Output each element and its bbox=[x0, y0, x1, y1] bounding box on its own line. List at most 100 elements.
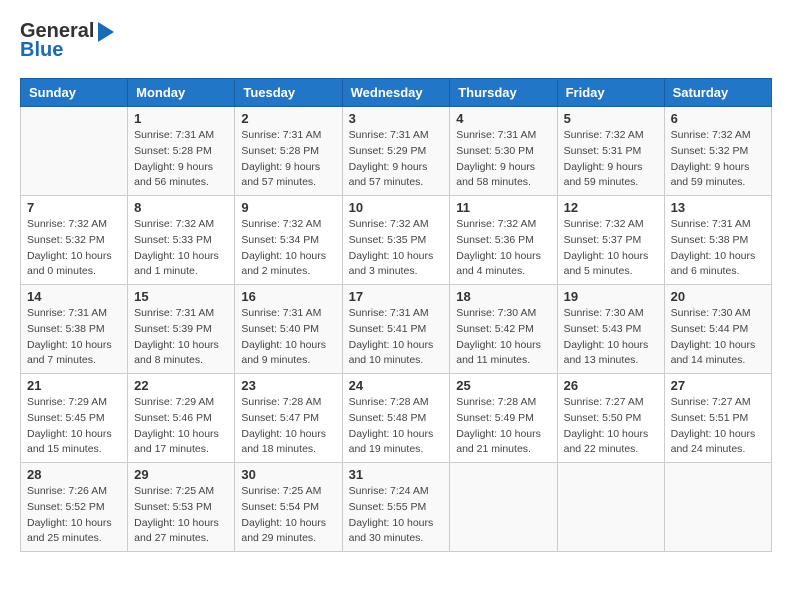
day-number: 1 bbox=[134, 111, 228, 126]
day-detail: Sunrise: 7:32 AMSunset: 5:37 PMDaylight:… bbox=[564, 217, 658, 280]
calendar-cell: 10 Sunrise: 7:32 AMSunset: 5:35 PMDayligh… bbox=[342, 196, 450, 285]
day-number: 6 bbox=[671, 111, 765, 126]
day-detail: Sunrise: 7:26 AMSunset: 5:52 PMDaylight:… bbox=[27, 484, 121, 547]
calendar-header-row: SundayMondayTuesdayWednesdayThursdayFrid… bbox=[21, 79, 772, 107]
calendar-cell: 13 Sunrise: 7:31 AMSunset: 5:38 PMDayligh… bbox=[664, 196, 771, 285]
day-detail: Sunrise: 7:30 AMSunset: 5:42 PMDaylight:… bbox=[456, 306, 550, 369]
calendar-cell: 20 Sunrise: 7:30 AMSunset: 5:44 PMDayligh… bbox=[664, 285, 771, 374]
calendar-cell: 23Sunrise: 7:28 AMSunset: 5:47 PMDayligh… bbox=[235, 374, 342, 463]
day-number: 4 bbox=[456, 111, 550, 126]
day-detail: Sunrise: 7:24 AMSunset: 5:55 PMDaylight:… bbox=[349, 484, 444, 547]
calendar-week-2: 7 Sunrise: 7:32 AMSunset: 5:32 PMDaylight… bbox=[21, 196, 772, 285]
day-detail: Sunrise: 7:31 AMSunset: 5:38 PMDaylight:… bbox=[27, 306, 121, 369]
day-number: 10 bbox=[349, 200, 444, 215]
calendar-cell: 28 Sunrise: 7:26 AMSunset: 5:52 PMDayligh… bbox=[21, 463, 128, 552]
calendar-cell: 21Sunrise: 7:29 AMSunset: 5:45 PMDayligh… bbox=[21, 374, 128, 463]
calendar-cell: 11Sunrise: 7:32 AMSunset: 5:36 PMDayligh… bbox=[450, 196, 557, 285]
calendar-cell bbox=[664, 463, 771, 552]
day-number: 26 bbox=[564, 378, 658, 393]
calendar-cell: 1 Sunrise: 7:31 AMSunset: 5:28 PMDaylight… bbox=[128, 107, 235, 196]
day-detail: Sunrise: 7:31 AMSunset: 5:40 PMDaylight:… bbox=[241, 306, 335, 369]
calendar-week-3: 14Sunrise: 7:31 AMSunset: 5:38 PMDayligh… bbox=[21, 285, 772, 374]
day-detail: Sunrise: 7:25 AMSunset: 5:53 PMDaylight:… bbox=[134, 484, 228, 547]
calendar-week-4: 21Sunrise: 7:29 AMSunset: 5:45 PMDayligh… bbox=[21, 374, 772, 463]
day-number: 24 bbox=[349, 378, 444, 393]
day-detail: Sunrise: 7:32 AMSunset: 5:32 PMDaylight:… bbox=[27, 217, 121, 280]
day-number: 16 bbox=[241, 289, 335, 304]
day-detail: Sunrise: 7:27 AMSunset: 5:51 PMDaylight:… bbox=[671, 395, 765, 458]
day-detail: Sunrise: 7:32 AMSunset: 5:32 PMDaylight:… bbox=[671, 128, 765, 191]
calendar-week-5: 28 Sunrise: 7:26 AMSunset: 5:52 PMDayligh… bbox=[21, 463, 772, 552]
day-detail: Sunrise: 7:30 AMSunset: 5:43 PMDaylight:… bbox=[564, 306, 658, 369]
day-detail: Sunrise: 7:31 AMSunset: 5:28 PMDaylight:… bbox=[134, 128, 228, 191]
day-detail: Sunrise: 7:30 AMSunset: 5:44 PMDaylight:… bbox=[671, 306, 765, 369]
day-number: 27 bbox=[671, 378, 765, 393]
day-detail: Sunrise: 7:28 AMSunset: 5:48 PMDaylight:… bbox=[349, 395, 444, 458]
col-header-thursday: Thursday bbox=[450, 79, 557, 107]
day-number: 8 bbox=[134, 200, 228, 215]
day-number: 7 bbox=[27, 200, 121, 215]
calendar-cell: 29 Sunrise: 7:25 AMSunset: 5:53 PMDayligh… bbox=[128, 463, 235, 552]
day-detail: Sunrise: 7:31 AMSunset: 5:38 PMDaylight:… bbox=[671, 217, 765, 280]
calendar-cell: 12 Sunrise: 7:32 AMSunset: 5:37 PMDayligh… bbox=[557, 196, 664, 285]
calendar-cell: 24 Sunrise: 7:28 AMSunset: 5:48 PMDayligh… bbox=[342, 374, 450, 463]
calendar-cell: 22 Sunrise: 7:29 AMSunset: 5:46 PMDayligh… bbox=[128, 374, 235, 463]
calendar-cell: 19Sunrise: 7:30 AMSunset: 5:43 PMDayligh… bbox=[557, 285, 664, 374]
calendar-cell: 17Sunrise: 7:31 AMSunset: 5:41 PMDayligh… bbox=[342, 285, 450, 374]
calendar-cell: 18 Sunrise: 7:30 AMSunset: 5:42 PMDayligh… bbox=[450, 285, 557, 374]
calendar-cell: 8 Sunrise: 7:32 AMSunset: 5:33 PMDaylight… bbox=[128, 196, 235, 285]
day-number: 28 bbox=[27, 467, 121, 482]
calendar-cell: 3Sunrise: 7:31 AMSunset: 5:29 PMDaylight… bbox=[342, 107, 450, 196]
logo-blue-text: Blue bbox=[20, 39, 63, 62]
calendar-cell: 2 Sunrise: 7:31 AMSunset: 5:28 PMDaylight… bbox=[235, 107, 342, 196]
day-number: 30 bbox=[241, 467, 335, 482]
day-detail: Sunrise: 7:28 AMSunset: 5:47 PMDaylight:… bbox=[241, 395, 335, 458]
day-detail: Sunrise: 7:27 AMSunset: 5:50 PMDaylight:… bbox=[564, 395, 658, 458]
day-detail: Sunrise: 7:25 AMSunset: 5:54 PMDaylight:… bbox=[241, 484, 335, 547]
calendar-cell: 26 Sunrise: 7:27 AMSunset: 5:50 PMDayligh… bbox=[557, 374, 664, 463]
calendar-cell: 7 Sunrise: 7:32 AMSunset: 5:32 PMDaylight… bbox=[21, 196, 128, 285]
calendar-cell: 31 Sunrise: 7:24 AMSunset: 5:55 PMDayligh… bbox=[342, 463, 450, 552]
page-header: General Blue bbox=[20, 20, 772, 62]
col-header-wednesday: Wednesday bbox=[342, 79, 450, 107]
day-number: 18 bbox=[456, 289, 550, 304]
calendar-cell: 25 Sunrise: 7:28 AMSunset: 5:49 PMDayligh… bbox=[450, 374, 557, 463]
day-number: 9 bbox=[241, 200, 335, 215]
col-header-tuesday: Tuesday bbox=[235, 79, 342, 107]
day-detail: Sunrise: 7:28 AMSunset: 5:49 PMDaylight:… bbox=[456, 395, 550, 458]
day-number: 31 bbox=[349, 467, 444, 482]
day-detail: Sunrise: 7:32 AMSunset: 5:36 PMDaylight:… bbox=[456, 217, 550, 280]
day-detail: Sunrise: 7:31 AMSunset: 5:28 PMDaylight:… bbox=[241, 128, 335, 191]
calendar-cell: 4Sunrise: 7:31 AMSunset: 5:30 PMDaylight… bbox=[450, 107, 557, 196]
day-number: 13 bbox=[671, 200, 765, 215]
day-detail: Sunrise: 7:32 AMSunset: 5:34 PMDaylight:… bbox=[241, 217, 335, 280]
day-detail: Sunrise: 7:29 AMSunset: 5:46 PMDaylight:… bbox=[134, 395, 228, 458]
day-number: 22 bbox=[134, 378, 228, 393]
day-number: 15 bbox=[134, 289, 228, 304]
calendar-cell: 14Sunrise: 7:31 AMSunset: 5:38 PMDayligh… bbox=[21, 285, 128, 374]
col-header-sunday: Sunday bbox=[21, 79, 128, 107]
day-number: 2 bbox=[241, 111, 335, 126]
day-detail: Sunrise: 7:32 AMSunset: 5:35 PMDaylight:… bbox=[349, 217, 444, 280]
day-detail: Sunrise: 7:32 AMSunset: 5:33 PMDaylight:… bbox=[134, 217, 228, 280]
day-number: 12 bbox=[564, 200, 658, 215]
calendar-cell bbox=[450, 463, 557, 552]
col-header-saturday: Saturday bbox=[664, 79, 771, 107]
calendar-cell: 16 Sunrise: 7:31 AMSunset: 5:40 PMDayligh… bbox=[235, 285, 342, 374]
day-detail: Sunrise: 7:31 AMSunset: 5:29 PMDaylight:… bbox=[349, 128, 444, 191]
day-number: 25 bbox=[456, 378, 550, 393]
calendar-week-1: 1 Sunrise: 7:31 AMSunset: 5:28 PMDaylight… bbox=[21, 107, 772, 196]
calendar-cell: 5 Sunrise: 7:32 AMSunset: 5:31 PMDaylight… bbox=[557, 107, 664, 196]
logo: General Blue bbox=[20, 20, 114, 62]
day-number: 5 bbox=[564, 111, 658, 126]
day-detail: Sunrise: 7:32 AMSunset: 5:31 PMDaylight:… bbox=[564, 128, 658, 191]
day-number: 20 bbox=[671, 289, 765, 304]
day-number: 29 bbox=[134, 467, 228, 482]
day-number: 21 bbox=[27, 378, 121, 393]
day-number: 17 bbox=[349, 289, 444, 304]
calendar-cell: 30 Sunrise: 7:25 AMSunset: 5:54 PMDayligh… bbox=[235, 463, 342, 552]
calendar-cell: 15Sunrise: 7:31 AMSunset: 5:39 PMDayligh… bbox=[128, 285, 235, 374]
calendar-cell: 9 Sunrise: 7:32 AMSunset: 5:34 PMDaylight… bbox=[235, 196, 342, 285]
calendar-cell: 6 Sunrise: 7:32 AMSunset: 5:32 PMDaylight… bbox=[664, 107, 771, 196]
calendar-cell bbox=[21, 107, 128, 196]
